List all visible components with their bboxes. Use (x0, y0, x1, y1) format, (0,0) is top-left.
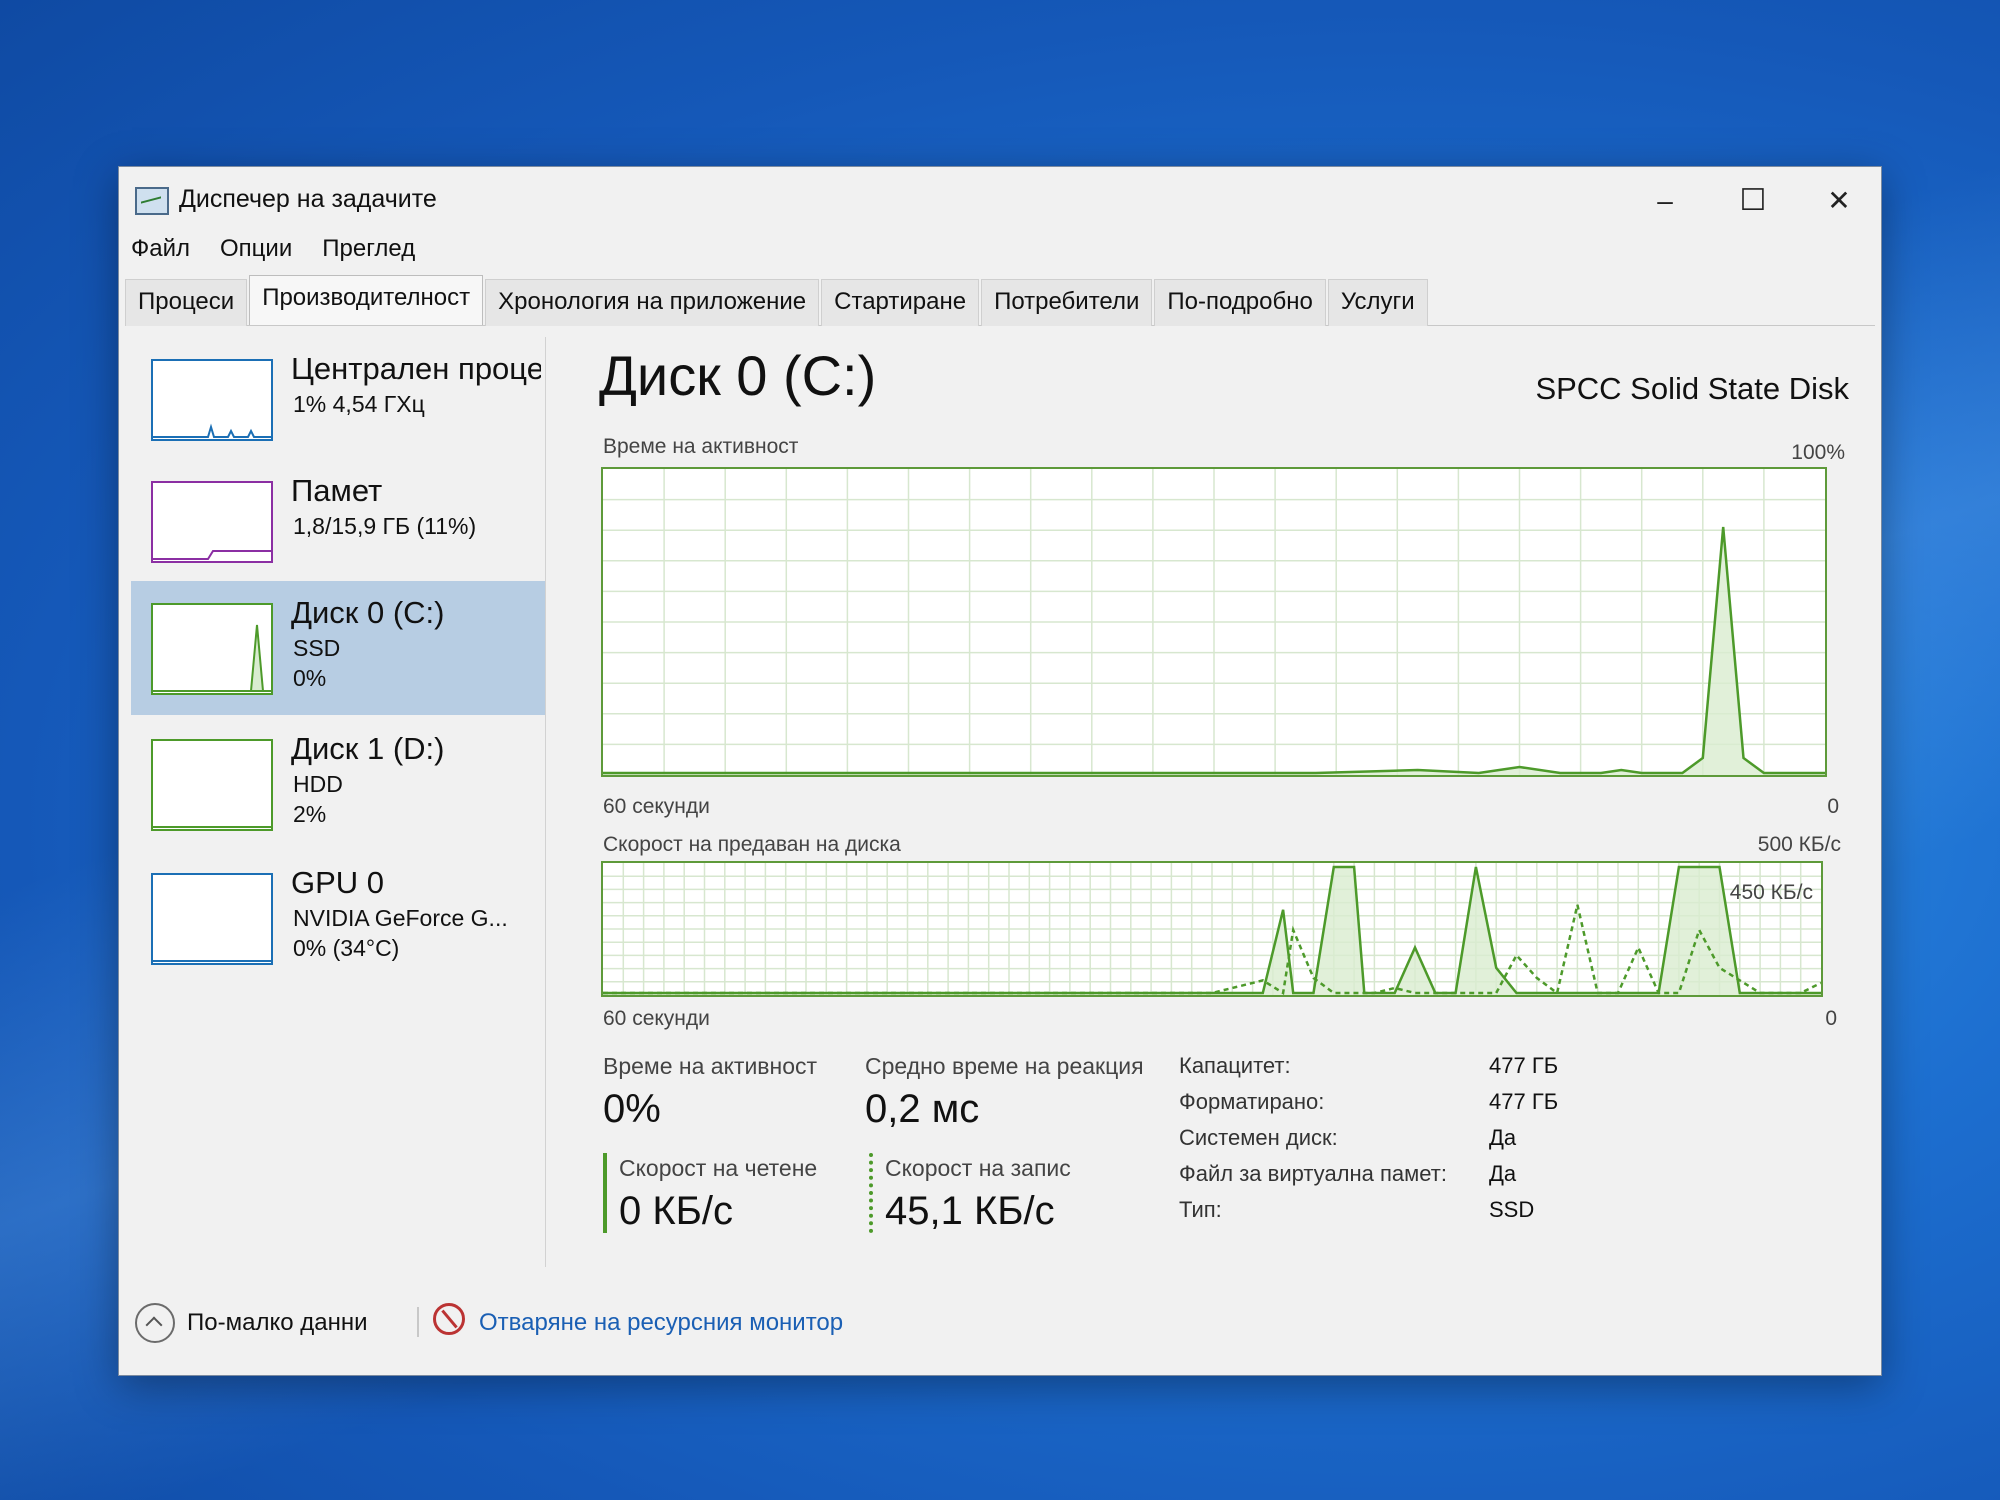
transfer-rate-graph: 450 КБ/с (601, 861, 1823, 997)
prop-type-value: SSD (1489, 1197, 1535, 1222)
write-speed-legend-line (869, 1153, 873, 1233)
sidebar-gpu0-title: GPU 0 (291, 865, 385, 900)
memory-thumbnail-graph (151, 481, 273, 563)
sidebar-cpu-usage: 1% 4,54 ГХц (293, 391, 425, 417)
sidebar-item-gpu0[interactable]: GPU 0 NVIDIA GeForce G... 0% (34°C) (131, 851, 545, 981)
prop-capacity-value: 477 ГБ (1489, 1053, 1559, 1078)
active-time-stat-value: 0% (603, 1087, 661, 1131)
response-time-stat-label: Средно време на реакция (865, 1053, 1144, 1079)
menu-bar: Файл Опции Преглед (131, 233, 415, 273)
disk1-thumbnail-graph (151, 739, 273, 831)
read-speed-label: Скорост на четене (619, 1155, 818, 1181)
sidebar-gpu0-model: NVIDIA GeForce G... (293, 905, 508, 931)
fewer-details-label: По-малко данни (187, 1309, 368, 1336)
transfer-rate-graph-label: Скорост на предаван на диска (603, 833, 901, 856)
sidebar-item-disk1[interactable]: Диск 1 (D:) HDD 2% (131, 717, 545, 847)
fewer-details-button[interactable]: По-малко данни (133, 1297, 403, 1347)
title-bar[interactable]: Диспечер на задачите – ☐ ✕ (119, 167, 1881, 235)
tab-strip: Процеси Производителност Хронология на п… (125, 275, 1875, 326)
active-time-graph-label: Време на активност (603, 435, 799, 458)
active-time-x-right: 0 (1827, 795, 1839, 818)
sidebar-disk0-type: SSD (293, 635, 341, 661)
sidebar-memory-title: Памет (291, 473, 383, 508)
prop-system-disk-key: Системен диск: (1179, 1125, 1338, 1150)
active-time-x-left: 60 секунди (603, 795, 710, 818)
prop-formatted-value: 477 ГБ (1489, 1089, 1559, 1114)
write-speed-label: Скорост на запис (885, 1155, 1071, 1181)
menu-view[interactable]: Преглед (322, 233, 415, 273)
prop-page-file-value: Да (1489, 1161, 1517, 1186)
write-speed-value: 45,1 КБ/с (885, 1189, 1055, 1233)
tab-services[interactable]: Услуги (1327, 279, 1428, 326)
tab-performance[interactable]: Производителност (249, 275, 484, 325)
tab-details[interactable]: По-подробно (1154, 279, 1326, 326)
task-manager-icon (135, 187, 169, 215)
disk-title: Диск 0 (C:) (599, 344, 877, 407)
sidebar-disk0-title: Диск 0 (C:) (291, 595, 445, 630)
transfer-rate-x-right: 0 (1825, 1007, 1837, 1030)
chevron-up-icon (135, 1303, 175, 1343)
transfer-rate-ref-label: 450 КБ/с (1729, 881, 1813, 904)
open-resource-monitor-link[interactable]: Отваряне на ресурсния монитор (479, 1309, 843, 1337)
sidebar-item-memory[interactable]: Памет 1,8/15,9 ГБ (11%) (131, 459, 545, 589)
minimize-button[interactable]: – (1625, 173, 1705, 229)
sidebar-item-disk0[interactable]: Диск 0 (C:) SSD 0% (131, 581, 545, 715)
transfer-rate-max-label: 500 КБ/с (1757, 833, 1841, 856)
close-button[interactable]: ✕ (1799, 173, 1879, 229)
footer-divider (417, 1307, 419, 1337)
read-speed-value: 0 КБ/с (619, 1189, 734, 1233)
task-manager-window: Диспечер на задачите – ☐ ✕ Файл Опции Пр… (118, 166, 1882, 1376)
sidebar-memory-usage: 1,8/15,9 ГБ (11%) (293, 513, 477, 539)
footer-bar: По-малко данни Отваряне на ресурсния мон… (133, 1297, 1133, 1347)
prop-system-disk-value: Да (1489, 1125, 1517, 1150)
active-time-stat-label: Време на активност (603, 1053, 818, 1079)
tab-processes[interactable]: Процеси (125, 279, 248, 326)
disk0-thumbnail-graph (151, 603, 273, 695)
sidebar-disk0-usage: 0% (293, 665, 327, 691)
maximize-button[interactable]: ☐ (1713, 173, 1793, 229)
sidebar-disk1-title: Диск 1 (D:) (291, 731, 445, 766)
disk-detail-panel: Диск 0 (C:) SPCC Solid State Disk Време … (589, 337, 1869, 1267)
tab-users[interactable]: Потребители (981, 279, 1153, 326)
tab-startup[interactable]: Стартиране (821, 279, 980, 326)
transfer-rate-x-left: 60 секунди (603, 1007, 710, 1030)
resource-monitor-icon (433, 1303, 465, 1335)
sidebar-gpu0-usage: 0% (34°C) (293, 935, 400, 961)
prop-formatted-key: Форматирано: (1179, 1089, 1325, 1114)
tab-app-history[interactable]: Хронология на приложение (485, 279, 820, 326)
prop-page-file-key: Файл за виртуална памет: (1179, 1161, 1447, 1186)
gpu0-thumbnail-graph (151, 873, 273, 965)
sidebar-item-cpu[interactable]: Централен проце 1% 4,54 ГХц (131, 337, 545, 467)
disk-model: SPCC Solid State Disk (1535, 371, 1849, 406)
cpu-thumbnail-graph (151, 359, 273, 441)
prop-capacity-key: Капацитет: (1179, 1053, 1291, 1078)
menu-file[interactable]: Файл (131, 233, 190, 273)
menu-options[interactable]: Опции (220, 233, 292, 273)
active-time-graph (601, 467, 1827, 777)
read-speed-legend-line (603, 1153, 607, 1233)
sidebar-disk1-usage: 2% (293, 801, 327, 827)
performance-sidebar: Централен проце 1% 4,54 ГХц Памет 1,8/15… (125, 337, 546, 1267)
active-time-max-label: 100% (1791, 441, 1845, 464)
sidebar-cpu-title: Централен проце (291, 351, 541, 386)
response-time-stat-value: 0,2 мс (865, 1087, 980, 1131)
prop-type-key: Тип: (1179, 1197, 1222, 1222)
sidebar-disk1-type: HDD (293, 771, 343, 797)
window-title: Диспечер на задачите (179, 185, 437, 213)
